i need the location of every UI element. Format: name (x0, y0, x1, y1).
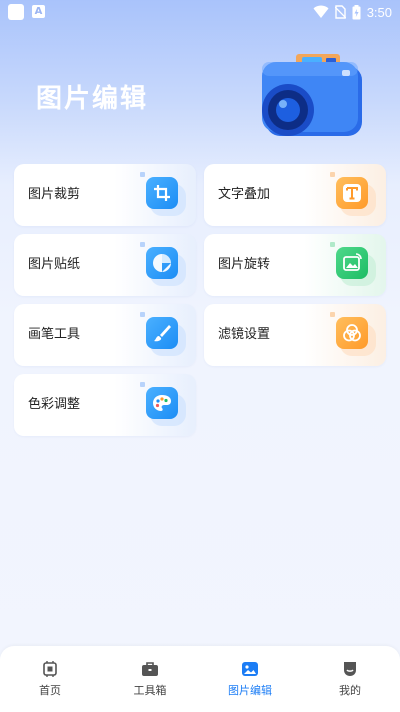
tool-card-text-overlay[interactable]: 文字叠加 (204, 164, 386, 226)
tool-icon-wrap (330, 312, 376, 356)
bottom-nav: 首页 工具箱 图片编辑 我的 (0, 646, 400, 712)
tool-icon-wrap (140, 312, 186, 356)
tool-card-sticker[interactable]: 图片贴纸 (14, 234, 196, 296)
tool-card-crop[interactable]: 图片裁剪 (14, 164, 196, 226)
tool-label: 图片旋转 (218, 257, 271, 272)
nav-label: 我的 (339, 684, 361, 697)
tool-card-brush[interactable]: 画笔工具 (14, 304, 196, 366)
wifi-icon (313, 5, 329, 18)
nav-label: 工具箱 (133, 684, 167, 697)
toolbox-icon (142, 662, 158, 676)
palette-icon (146, 387, 178, 419)
nav-label: 首页 (39, 684, 61, 697)
nav-item-profile[interactable]: 我的 (300, 646, 400, 712)
home-chip-icon (43, 661, 57, 677)
battery-icon (352, 4, 361, 19)
nav-item-toolbox[interactable]: 工具箱 (100, 646, 200, 712)
text-icon (336, 177, 368, 209)
filter-icon (336, 317, 368, 349)
tool-label: 画笔工具 (28, 327, 81, 342)
tool-label: 滤镜设置 (218, 327, 271, 342)
tool-label: 图片贴纸 (28, 257, 81, 272)
page-title: 图片编辑 (36, 84, 149, 114)
notification-a-icon: A (32, 5, 45, 18)
status-bar: A 3:50 (0, 0, 400, 24)
nav-item-image-edit[interactable]: 图片编辑 (200, 646, 300, 712)
image-edit-icon (242, 662, 258, 676)
nav-item-home[interactable]: 首页 (0, 646, 100, 712)
tool-icon-wrap (140, 172, 186, 216)
tool-card-rotate[interactable]: 图片旋转 (204, 234, 386, 296)
tool-icon-wrap (140, 382, 186, 426)
tool-label: 色彩调整 (28, 397, 81, 412)
tool-label: 文字叠加 (218, 187, 271, 202)
image-rotate-icon (336, 247, 368, 279)
tool-icon-wrap (330, 172, 376, 216)
crop-icon (146, 177, 178, 209)
tool-icon-wrap (330, 242, 376, 286)
status-bar-right: 3:50 (313, 2, 392, 22)
tool-card-color-adjust[interactable]: 色彩调整 (14, 374, 196, 436)
nav-label: 图片编辑 (228, 684, 272, 697)
brush-icon (146, 317, 178, 349)
tool-icon-wrap (140, 242, 186, 286)
profile-icon (344, 662, 356, 676)
tool-card-filter[interactable]: 滤镜设置 (204, 304, 386, 366)
sticker-icon (146, 247, 178, 279)
notification-app-icon (8, 4, 24, 20)
no-sim-icon (334, 5, 346, 19)
clock: 3:50 (366, 4, 392, 20)
tool-label: 图片裁剪 (28, 187, 81, 202)
camera-illustration (262, 54, 362, 136)
